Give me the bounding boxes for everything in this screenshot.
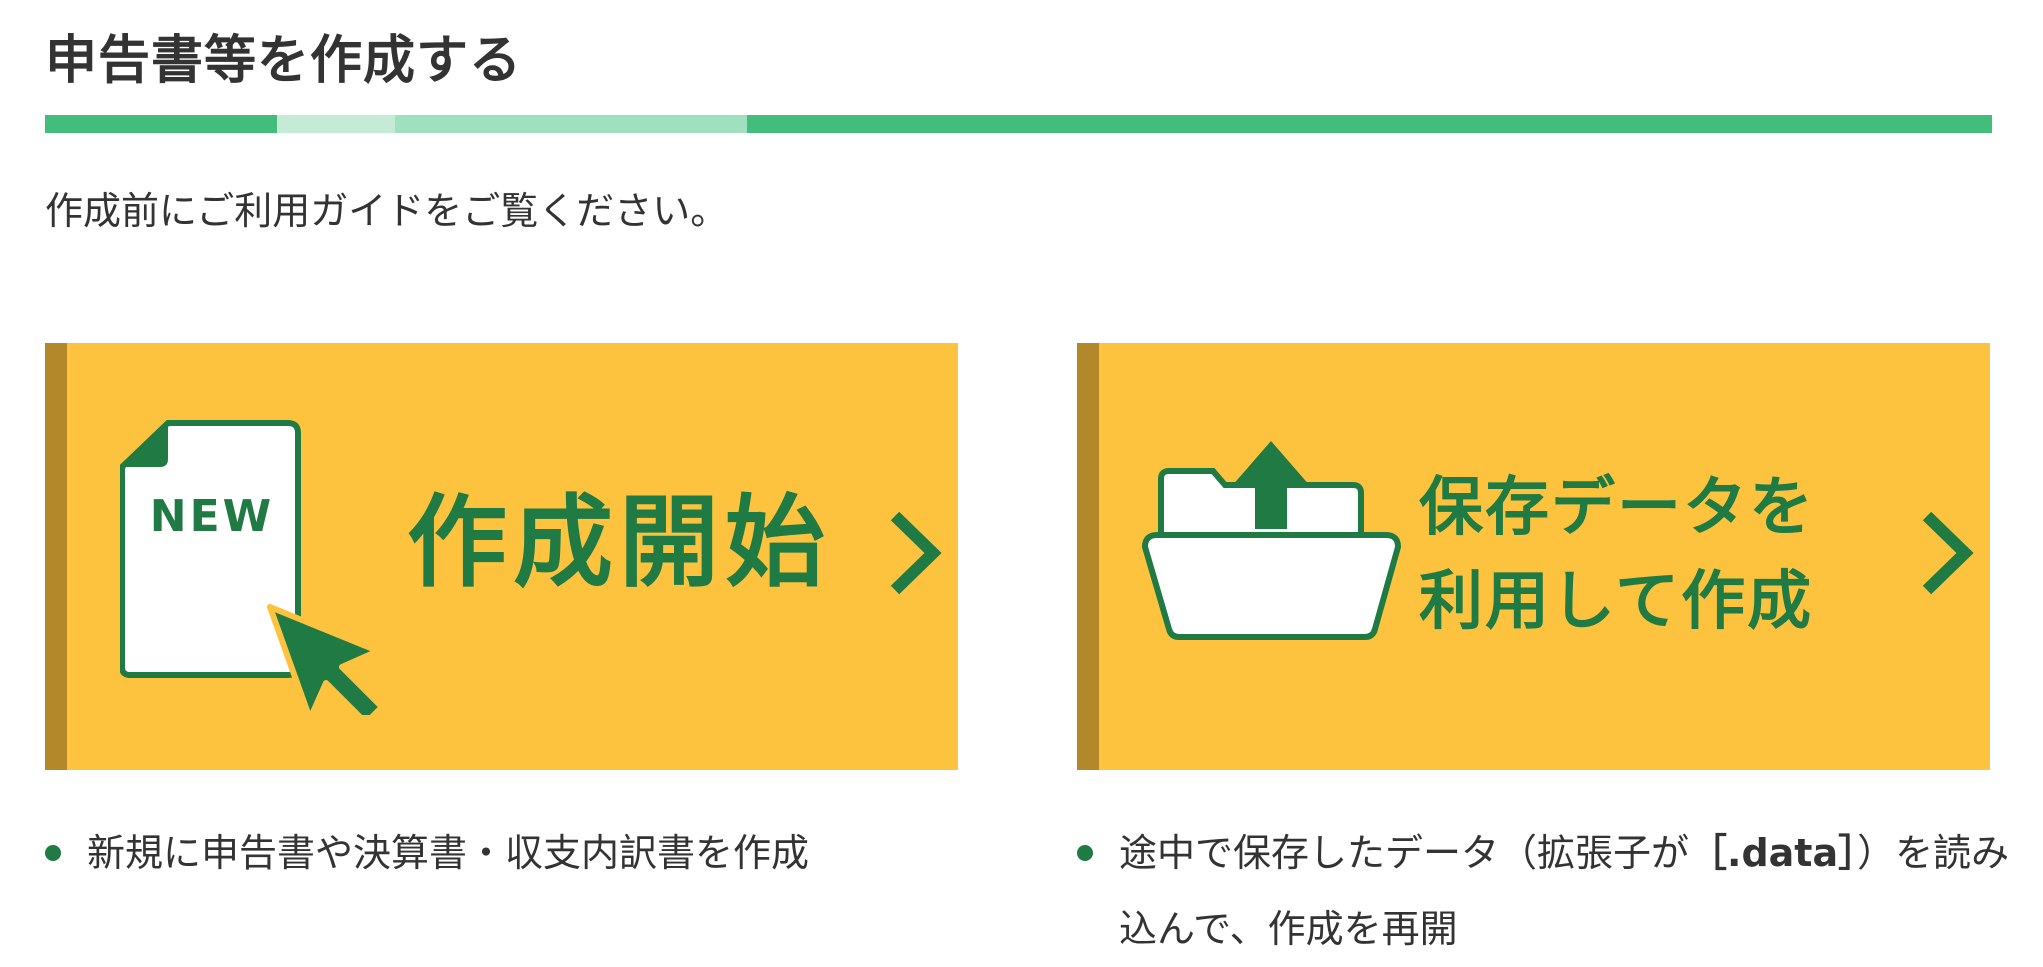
- start-new-label: 作成開始: [407, 484, 831, 601]
- intro-text: 作成前にご利用ガイドをご覧ください。: [45, 189, 729, 233]
- start-new-description-text: 新規に申告書や決算書・収支内訳書を作成: [87, 831, 810, 875]
- chevron-right-icon: [1922, 511, 1974, 595]
- create-return-section: 申告書等を作成する 作成前にご利用ガイドをご覧ください。 NEW 作成開始 保存…: [45, 0, 2009, 952]
- bullet-icon: [1077, 845, 1093, 861]
- underline-segment: [395, 115, 747, 133]
- list-item: 新規に申告書や決算書・収支内訳書を作成: [45, 815, 1005, 891]
- saved-label-line2: 利用して作成: [1419, 565, 1814, 639]
- use-saved-data-description: 途中で保存したデータ（拡張子が［.data］）を読み込んで、作成を再開: [1077, 815, 2017, 967]
- saved-description-prefix: 途中で保存したデータ（拡張子が: [1119, 831, 1690, 875]
- underline-segment: [747, 115, 1992, 133]
- chevron-right-icon: [890, 511, 942, 595]
- start-new-button[interactable]: NEW 作成開始: [45, 343, 958, 770]
- file-extension-text: ［.data］: [1689, 831, 1858, 875]
- start-new-description: 新規に申告書や決算書・収支内訳書を作成: [45, 815, 1005, 891]
- use-saved-data-button[interactable]: 保存データを 利用して作成: [1077, 343, 1990, 770]
- list-item: 途中で保存したデータ（拡張子が［.data］）を読み込んで、作成を再開: [1077, 815, 2017, 967]
- folder-upload-icon: [1141, 441, 1402, 640]
- use-saved-data-label: 保存データを 利用して作成: [1419, 461, 1815, 649]
- underline-segment: [45, 115, 277, 133]
- new-document-cursor-icon: NEW: [120, 420, 385, 715]
- underline-segment: [277, 115, 395, 133]
- new-icon-text: NEW: [150, 491, 274, 542]
- saved-label-line1: 保存データを: [1419, 471, 1815, 545]
- bullet-icon: [45, 845, 61, 861]
- page-title: 申告書等を作成する: [45, 31, 523, 91]
- title-underline: [45, 115, 1992, 133]
